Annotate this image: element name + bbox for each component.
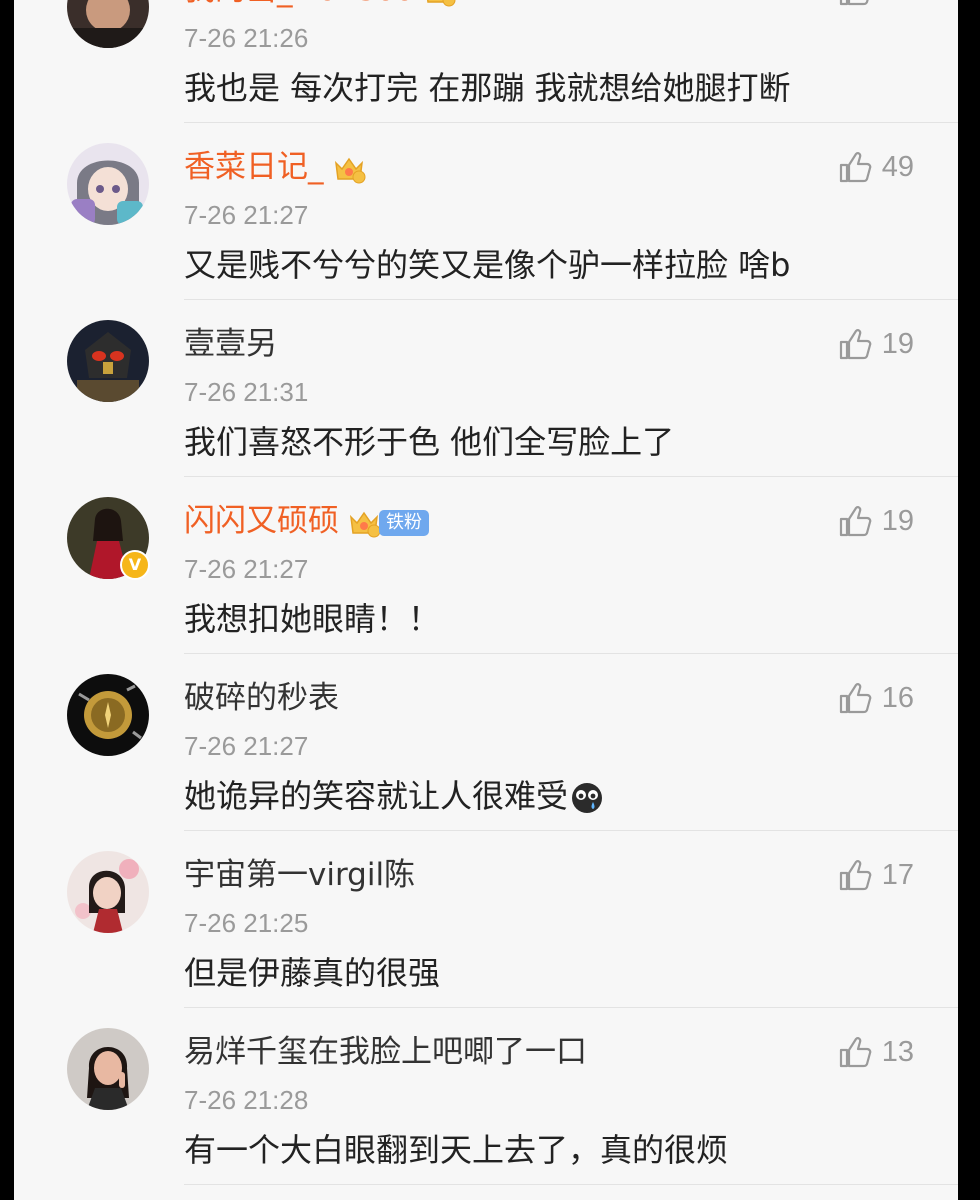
timestamp: 7-26 21:26 — [184, 23, 309, 53]
comment-item: 宇宙第一virgil陈 17 7-26 21:25 但是伊藤真的很强 — [14, 831, 958, 1008]
timestamp: 7-26 21:27 — [184, 731, 309, 761]
like-count: 19 — [881, 504, 914, 537]
thumbs-up-icon — [838, 681, 872, 715]
username[interactable]: 破碎的秒表 — [184, 674, 339, 722]
timestamp: 7-26 21:25 — [184, 908, 309, 938]
comment-item: 壹壹另 19 7-26 21:31 我们喜怒不形于色 他们全写脸上了 — [14, 300, 958, 477]
like-count: 17 — [881, 858, 914, 891]
like-button[interactable]: 13 — [838, 1028, 914, 1076]
like-count: 13 — [881, 1035, 914, 1068]
avatar[interactable] — [67, 320, 149, 402]
crown-icon — [332, 153, 366, 185]
thumbs-up-icon — [838, 327, 872, 361]
crown-icon — [422, 0, 456, 8]
comment-text: 我也是 每次打完 在那蹦 我就想给她腿打断 — [184, 69, 791, 107]
comment-text: 我们喜怒不形于色 他们全写脸上了 — [184, 423, 675, 461]
verified-badge-icon: V — [120, 550, 150, 580]
thumbs-up-icon — [838, 0, 872, 7]
like-button[interactable]: 37 — [838, 0, 914, 14]
comment-item: 破碎的秒表 16 7-26 21:27 她诡异的笑容就让人很难受 — [14, 654, 958, 831]
like-count: 16 — [881, 681, 914, 714]
comment-text: 她诡异的笑容就让人很难受 — [184, 768, 604, 824]
like-button[interactable]: 17 — [838, 851, 914, 899]
username[interactable]: 香菜日记_ — [184, 143, 366, 191]
like-button[interactable]: 16 — [838, 674, 914, 722]
thumbs-up-icon — [838, 504, 872, 538]
timestamp: 7-26 21:27 — [184, 200, 309, 230]
username[interactable]: 闪闪又硕硕 铁粉 — [184, 497, 429, 545]
like-count: 49 — [881, 150, 914, 183]
thumbs-up-icon — [838, 858, 872, 892]
avatar[interactable] — [67, 143, 149, 225]
username[interactable]: 易烊千玺在我脸上吧唧了一口 — [184, 1028, 587, 1076]
like-button[interactable]: 19 — [838, 320, 914, 368]
like-count: 37 — [882, 0, 914, 7]
comment-text: 但是伊藤真的很强 — [184, 954, 441, 992]
avatar[interactable] — [67, 0, 149, 48]
comment-item: V 闪闪又硕硕 铁粉 19 7-26 21:27 我想扣她眼睛！！ — [14, 477, 958, 654]
comment-text: 有一个大白眼翻到天上去了，真的很烦 — [184, 1131, 729, 1169]
crown-icon — [347, 507, 381, 539]
thumbs-up-icon — [838, 150, 872, 184]
avatar[interactable] — [67, 1028, 149, 1110]
like-count: 19 — [881, 327, 914, 360]
like-button[interactable]: 49 — [838, 143, 914, 191]
fan-badge: 铁粉 — [379, 509, 429, 536]
comment-item: 香菜日记_ 49 7-26 21:27 又是贱不兮兮的笑又是像个驴一样拉脸 啥b — [14, 123, 958, 300]
timestamp: 7-26 21:27 — [184, 554, 309, 584]
avatar[interactable] — [67, 851, 149, 933]
timestamp: 7-26 21:31 — [184, 377, 309, 407]
like-button[interactable]: 19 — [838, 497, 914, 545]
comment-text: 我想扣她眼睛！！ — [184, 600, 441, 638]
username[interactable]: 宇宙第一virgil陈 — [184, 851, 415, 899]
crying-face-icon — [570, 781, 604, 815]
comment-item: 易烊千玺在我脸上吧唧了一口 13 7-26 21:28 有一个大白眼翻到天上去了… — [14, 1008, 958, 1185]
timestamp: 7-26 21:28 — [184, 1085, 309, 1115]
comment-text: 又是贱不兮兮的笑又是像个驴一样拉脸 啥b — [184, 246, 791, 284]
avatar[interactable] — [67, 674, 149, 756]
divider — [184, 1184, 958, 1185]
comment-item: 我的当_wonSoo 37 7-26 21:26 我也是 每次打完 在那蹦 我就… — [14, 0, 958, 123]
username[interactable]: 我的当_wonSoo — [184, 0, 456, 14]
thumbs-up-icon — [838, 1035, 872, 1069]
comment-list: 我的当_wonSoo 37 7-26 21:26 我也是 每次打完 在那蹦 我就… — [14, 0, 958, 1200]
username[interactable]: 壹壹另 — [184, 320, 277, 368]
